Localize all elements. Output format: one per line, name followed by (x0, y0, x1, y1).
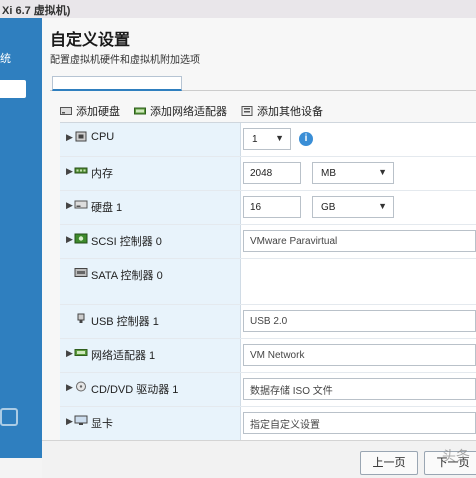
hardware-label: USB 控制器 1 (91, 316, 159, 328)
cpu-icon (75, 131, 87, 142)
page-title: 自定义设置 (50, 32, 131, 49)
watermark: 头条 (442, 448, 470, 464)
hardware-row-cdrom[interactable]: ▶ CD/DVD 驱动器 1 数据存储 ISO 文件 (60, 373, 476, 407)
sata-icon (74, 268, 88, 277)
expand-caret-icon[interactable]: ▶ (66, 348, 73, 359)
add-network-button[interactable]: 添加网络适配器 (134, 102, 227, 120)
hardware-row-sata[interactable]: SATA 控制器 0 (60, 259, 476, 305)
info-icon[interactable]: i (299, 132, 313, 146)
video-card-select[interactable]: 指定自定义设置 (243, 412, 476, 434)
back-button[interactable]: 上一页 (360, 451, 418, 475)
network-icon (74, 349, 88, 356)
hardware-label: CD/DVD 驱动器 1 (91, 384, 179, 396)
chevron-down-icon: ▼ (378, 201, 387, 211)
add-other-device-button[interactable]: 添加其他设备 (241, 102, 323, 120)
expand-caret-icon[interactable]: ▶ (66, 200, 73, 211)
wizard-footer: 上一页 下一页 (42, 440, 476, 478)
device-toolbar: 添加硬盘 添加网络适配器 添加其他设备 (60, 102, 323, 120)
hardware-label: 内存 (91, 168, 113, 180)
wizard-active-step[interactable] (0, 80, 26, 98)
wizard-step-text: 统 (0, 53, 11, 65)
add-disk-label: 添加硬盘 (76, 106, 120, 118)
hardware-row-memory[interactable]: ▶ 内存 2048 MB ▼ (60, 157, 476, 191)
usb-icon (77, 313, 85, 323)
memory-size-input[interactable]: 2048 (243, 162, 301, 184)
expand-caret-icon[interactable]: ▶ (66, 382, 73, 393)
device-icon (241, 106, 253, 116)
scsi-type-field[interactable]: VMware Paravirtual (243, 230, 476, 252)
disk-unit-value: GB (321, 202, 336, 213)
hardware-row-usb[interactable]: USB 控制器 1 USB 2.0 (60, 305, 476, 339)
add-network-label: 添加网络适配器 (150, 106, 227, 118)
memory-unit-value: MB (321, 168, 336, 179)
hardware-row-network[interactable]: ▶ 网络适配器 1 VM Network (60, 339, 476, 373)
expand-caret-icon[interactable]: ▶ (66, 234, 73, 245)
add-disk-button[interactable]: 添加硬盘 (60, 102, 120, 120)
tab-strip (50, 76, 476, 91)
disk-icon (60, 107, 72, 115)
expand-caret-icon[interactable]: ▶ (66, 132, 73, 143)
memory-icon (74, 167, 88, 174)
network-select[interactable]: VM Network (243, 344, 476, 366)
window-titlebar: Xi 6.7 虚拟机) (0, 0, 476, 19)
disk-icon (74, 200, 88, 209)
display-icon (74, 415, 88, 425)
main-panel: 自定义设置 配置虚拟机硬件和虚拟机附加选项 添加硬盘 添加网络适配器 添加其他设… (42, 18, 476, 458)
hardware-label: 硬盘 1 (91, 202, 123, 214)
expand-caret-icon[interactable]: ▶ (66, 416, 73, 427)
hardware-list: ▶ CPU 1 ▼ i ▶ 内存 2048 MB ▼ ▶ 硬盘 1 16 GB … (60, 122, 476, 453)
cdrom-icon (76, 381, 86, 392)
chevron-down-icon: ▼ (378, 167, 387, 177)
hardware-row-scsi[interactable]: ▶ SCSI 控制器 0 VMware Paravirtual (60, 225, 476, 259)
hardware-row-video-card[interactable]: ▶ 显卡 指定自定义设置 (60, 407, 476, 441)
add-other-device-label: 添加其他设备 (257, 106, 323, 118)
memory-unit-select[interactable]: MB ▼ (312, 162, 394, 184)
hardware-row-disk[interactable]: ▶ 硬盘 1 16 GB ▼ (60, 191, 476, 225)
chevron-down-icon: ▼ (275, 133, 284, 143)
cdrom-source-select[interactable]: 数据存储 ISO 文件 (243, 378, 476, 400)
page-subtitle: 配置虚拟机硬件和虚拟机附加选项 (50, 55, 200, 66)
hardware-label: SCSI 控制器 0 (91, 236, 162, 248)
disk-size-input[interactable]: 16 (243, 196, 301, 218)
hardware-label: 显卡 (91, 418, 113, 430)
scsi-icon (74, 233, 88, 244)
expand-caret-icon[interactable]: ▶ (66, 166, 73, 177)
window-title: Xi 6.7 虚拟机) (2, 5, 71, 17)
hardware-label: SATA 控制器 0 (91, 270, 163, 282)
wizard-sidebar: 统 (0, 18, 42, 458)
cpu-count-select[interactable]: 1 ▼ (243, 128, 291, 150)
network-icon (134, 107, 146, 115)
hardware-row-cpu[interactable]: ▶ CPU 1 ▼ i (60, 123, 476, 157)
vmware-logo-icon (0, 408, 18, 426)
cpu-count-value: 1 (252, 134, 258, 145)
disk-unit-select[interactable]: GB ▼ (312, 196, 394, 218)
tab-virtual-hardware[interactable] (52, 76, 182, 91)
hardware-label: 网络适配器 1 (91, 350, 156, 362)
usb-type-field[interactable]: USB 2.0 (243, 310, 476, 332)
hardware-label: CPU (91, 131, 115, 143)
